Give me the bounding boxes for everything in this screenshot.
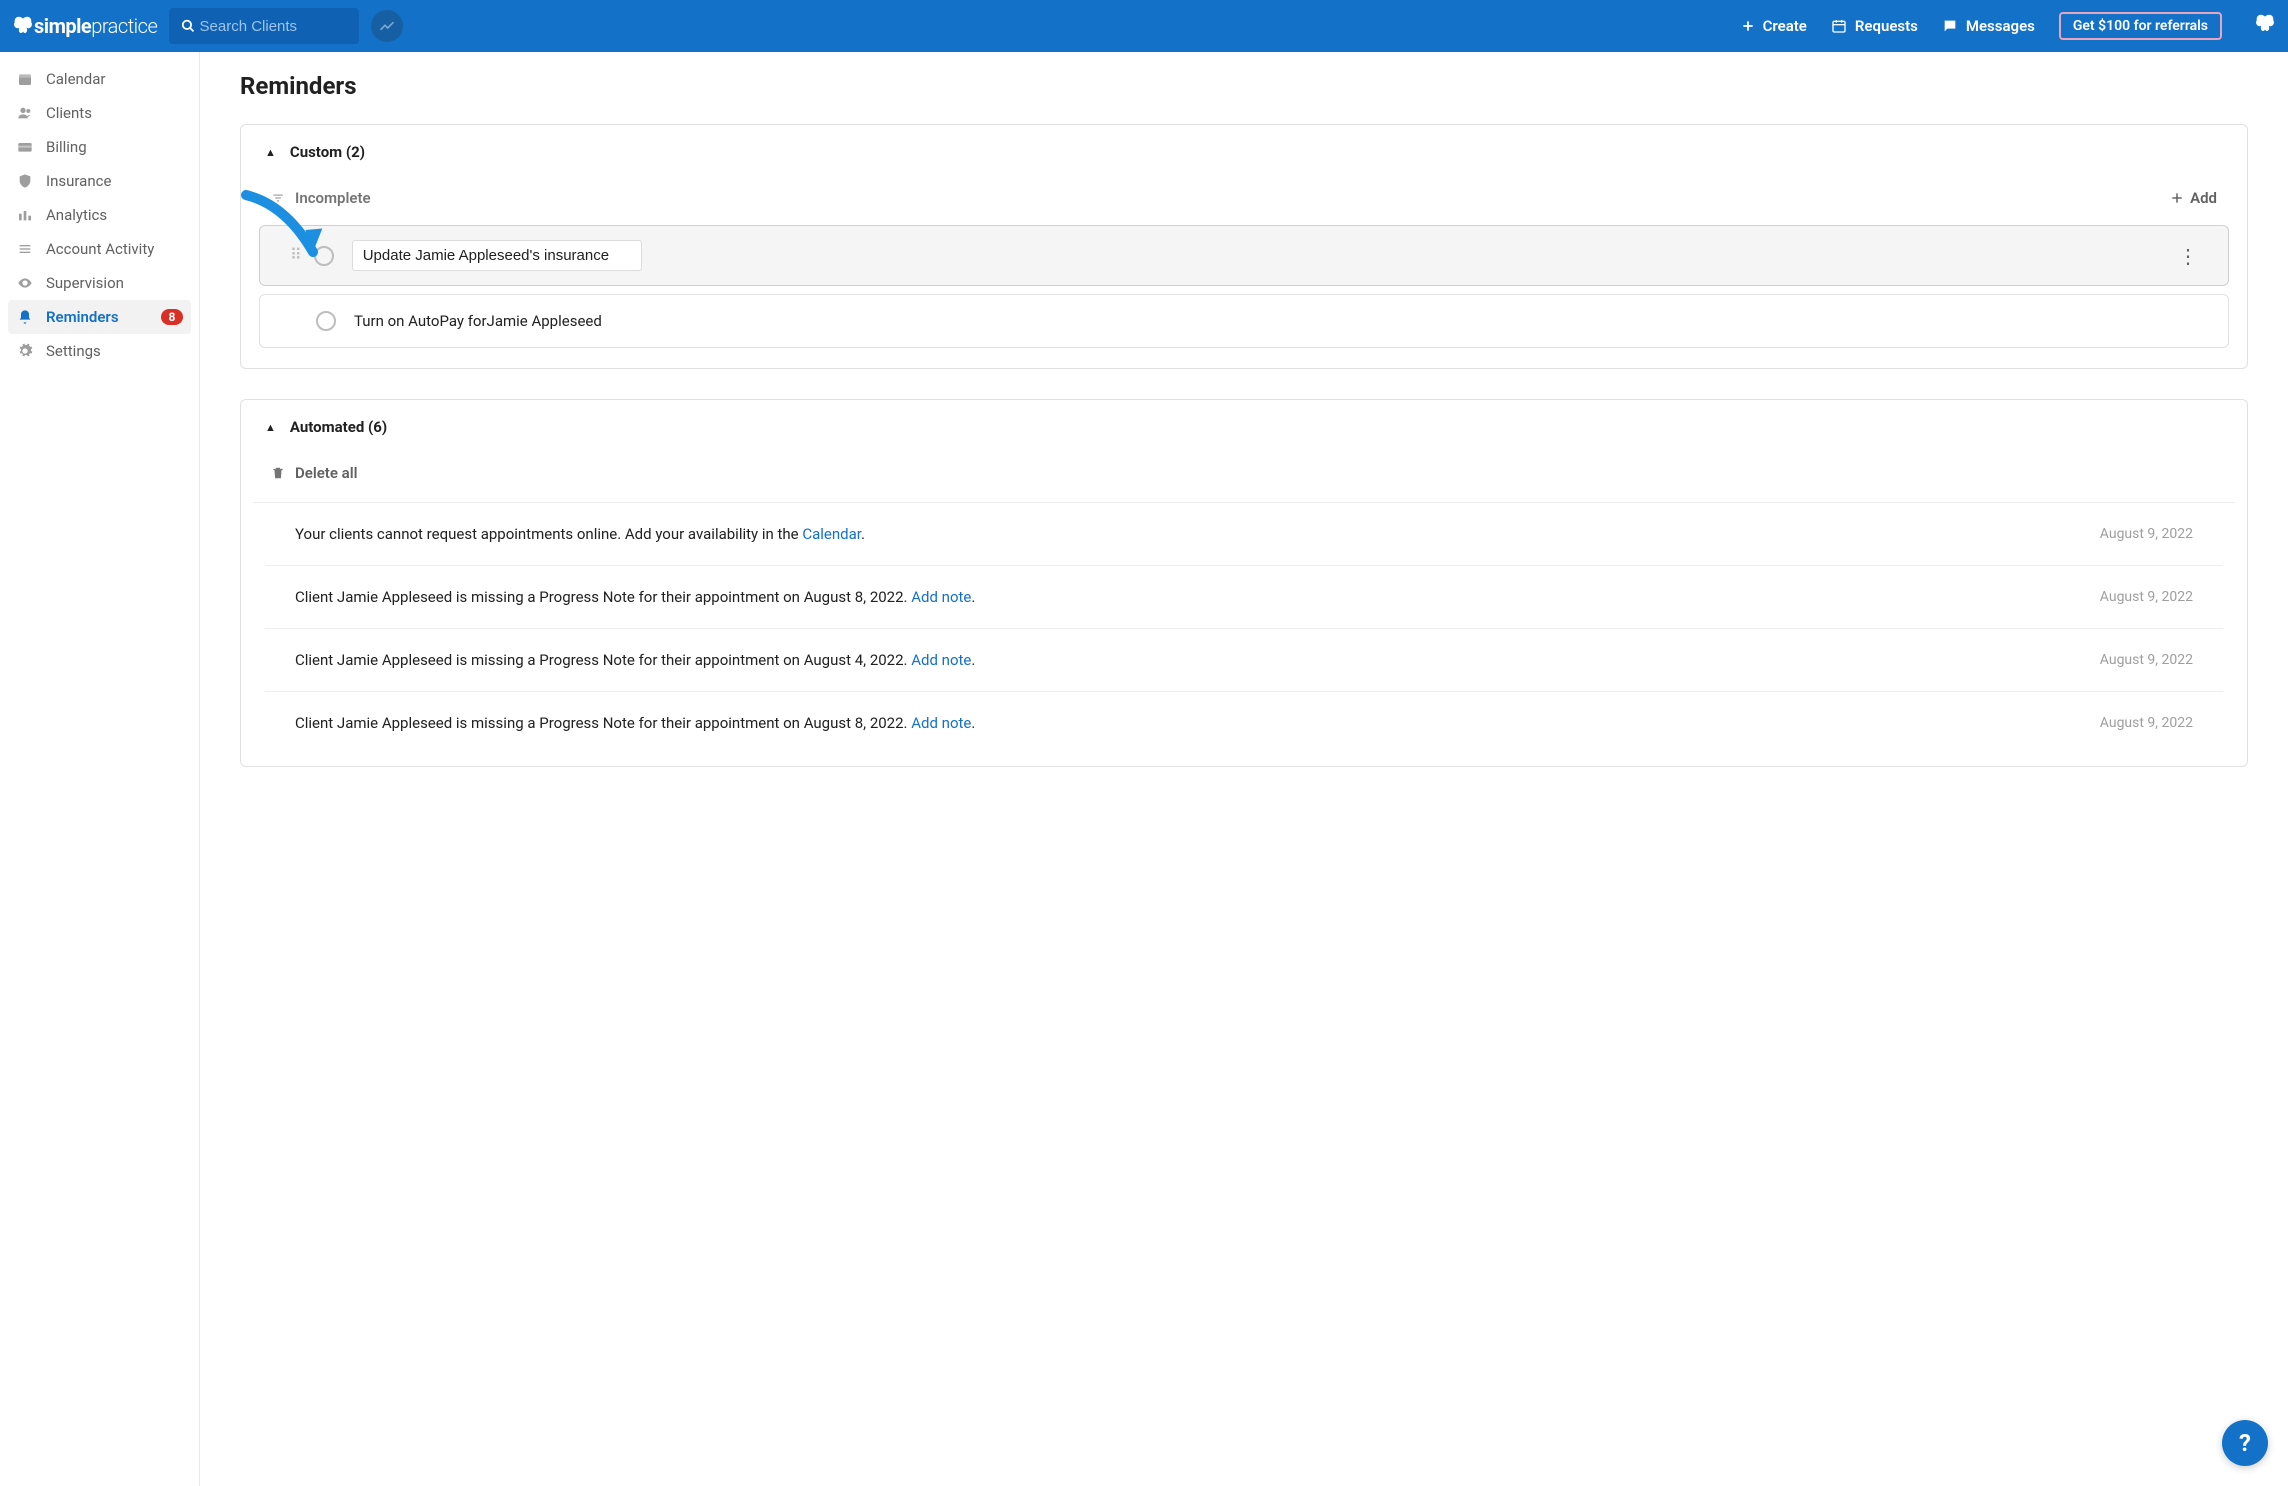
calendar-icon bbox=[1831, 18, 1847, 34]
automated-row: Client Jamie Appleseed is missing a Prog… bbox=[265, 565, 2223, 628]
main-content: Reminders ▲ Custom (2) Incomplete Add bbox=[200, 52, 2288, 1486]
analytics-button[interactable] bbox=[371, 10, 403, 42]
sidebar-item-analytics[interactable]: Analytics bbox=[8, 198, 191, 232]
plus-icon bbox=[1741, 19, 1755, 33]
add-reminder-button[interactable]: Add bbox=[2170, 189, 2217, 207]
logo-text: simplepractice bbox=[34, 14, 157, 38]
sidebar-label: Clients bbox=[46, 104, 92, 122]
custom-panel: ▲ Custom (2) Incomplete Add bbox=[240, 124, 2248, 369]
search-input[interactable] bbox=[200, 18, 348, 35]
create-label: Create bbox=[1763, 17, 1807, 35]
requests-button[interactable]: Requests bbox=[1831, 17, 1918, 35]
complete-checkbox[interactable] bbox=[316, 311, 336, 331]
sidebar: Calendar Clients Billing Insurance Analy… bbox=[0, 52, 200, 1486]
reminder-text-input[interactable] bbox=[352, 240, 642, 271]
automated-text: Your clients cannot request appointments… bbox=[295, 525, 2076, 543]
messages-label: Messages bbox=[1966, 17, 2035, 35]
question-icon: ? bbox=[2239, 1429, 2251, 1457]
add-label: Add bbox=[2190, 189, 2217, 207]
sidebar-item-account-activity[interactable]: Account Activity bbox=[8, 232, 191, 266]
messages-button[interactable]: Messages bbox=[1942, 17, 2035, 35]
calendar-icon bbox=[16, 70, 34, 88]
sidebar-label: Account Activity bbox=[46, 240, 154, 258]
drag-handle-icon[interactable]: ⠿ bbox=[290, 249, 304, 262]
sidebar-badge: 8 bbox=[161, 309, 183, 325]
complete-checkbox[interactable] bbox=[314, 246, 334, 266]
reminder-text: Turn on AutoPay forJamie Appleseed bbox=[354, 312, 602, 330]
more-menu-icon[interactable]: ⋮ bbox=[2178, 244, 2198, 268]
calendar-link[interactable]: Calendar bbox=[802, 525, 861, 543]
requests-label: Requests bbox=[1855, 17, 1918, 35]
delete-all-button[interactable]: Delete all bbox=[241, 454, 2247, 502]
sidebar-label: Supervision bbox=[46, 274, 124, 292]
sidebar-item-billing[interactable]: Billing bbox=[8, 130, 191, 164]
search-icon bbox=[181, 18, 195, 34]
sidebar-label: Billing bbox=[46, 138, 87, 156]
automated-text: Client Jamie Appleseed is missing a Prog… bbox=[295, 651, 2076, 669]
people-icon bbox=[16, 104, 34, 122]
search-box[interactable] bbox=[169, 8, 359, 44]
sidebar-item-calendar[interactable]: Calendar bbox=[8, 62, 191, 96]
add-note-link[interactable]: Add note bbox=[911, 714, 971, 732]
custom-heading: Custom (2) bbox=[290, 143, 365, 161]
gear-icon bbox=[16, 342, 34, 360]
sidebar-label: Analytics bbox=[46, 206, 107, 224]
logo[interactable]: simplepractice bbox=[12, 14, 157, 38]
page-title: Reminders bbox=[240, 72, 2248, 100]
filter-incomplete[interactable]: Incomplete bbox=[271, 189, 371, 207]
filter-icon bbox=[271, 191, 285, 205]
automated-text: Client Jamie Appleseed is missing a Prog… bbox=[295, 714, 2076, 732]
caret-up-icon: ▲ bbox=[265, 421, 276, 434]
delete-all-label: Delete all bbox=[295, 464, 358, 482]
automated-date: August 9, 2022 bbox=[2100, 652, 2193, 668]
sidebar-item-settings[interactable]: Settings bbox=[8, 334, 191, 368]
automated-heading: Automated (6) bbox=[290, 418, 387, 436]
add-note-link[interactable]: Add note bbox=[911, 588, 971, 606]
custom-panel-header[interactable]: ▲ Custom (2) bbox=[241, 125, 2247, 179]
eye-icon bbox=[16, 274, 34, 292]
automated-text: Client Jamie Appleseed is missing a Prog… bbox=[295, 588, 2076, 606]
list-icon bbox=[16, 240, 34, 258]
help-button[interactable]: ? bbox=[2222, 1420, 2268, 1466]
automated-panel: ▲ Automated (6) Delete all Your clients … bbox=[240, 399, 2248, 767]
top-header: simplepractice Create Requests Messages … bbox=[0, 0, 2288, 52]
trash-icon bbox=[271, 466, 285, 480]
sidebar-item-supervision[interactable]: Supervision bbox=[8, 266, 191, 300]
automated-row: Client Jamie Appleseed is missing a Prog… bbox=[265, 691, 2223, 754]
automated-date: August 9, 2022 bbox=[2100, 715, 2193, 731]
sidebar-label: Insurance bbox=[46, 172, 111, 190]
filter-label: Incomplete bbox=[295, 189, 371, 207]
sidebar-item-clients[interactable]: Clients bbox=[8, 96, 191, 130]
sidebar-item-reminders[interactable]: Reminders 8 bbox=[8, 300, 191, 334]
chat-icon bbox=[1942, 18, 1958, 34]
automated-row: Client Jamie Appleseed is missing a Prog… bbox=[265, 628, 2223, 691]
automated-date: August 9, 2022 bbox=[2100, 526, 2193, 542]
butterfly-icon bbox=[12, 15, 34, 37]
sidebar-item-insurance[interactable]: Insurance bbox=[8, 164, 191, 198]
automated-list: Your clients cannot request appointments… bbox=[253, 502, 2235, 754]
butterfly-menu[interactable] bbox=[2254, 13, 2276, 39]
sidebar-label: Settings bbox=[46, 342, 101, 360]
automated-panel-header[interactable]: ▲ Automated (6) bbox=[241, 400, 2247, 454]
bell-icon bbox=[16, 308, 34, 326]
sidebar-label: Reminders bbox=[46, 308, 119, 326]
butterfly-icon bbox=[2254, 13, 2276, 35]
automated-date: August 9, 2022 bbox=[2100, 589, 2193, 605]
card-icon bbox=[16, 138, 34, 156]
reminder-row-editing: ⠿ ⋮ bbox=[259, 225, 2229, 286]
shield-icon bbox=[16, 172, 34, 190]
plus-icon bbox=[2170, 191, 2184, 205]
sidebar-label: Calendar bbox=[46, 70, 106, 88]
automated-row: Your clients cannot request appointments… bbox=[265, 503, 2223, 565]
chart-icon bbox=[16, 206, 34, 224]
reminder-row[interactable]: Turn on AutoPay forJamie Appleseed bbox=[259, 294, 2229, 348]
referral-button[interactable]: Get $100 for referrals bbox=[2059, 12, 2222, 40]
add-note-link[interactable]: Add note bbox=[911, 651, 971, 669]
trend-icon bbox=[379, 18, 395, 34]
create-button[interactable]: Create bbox=[1741, 17, 1807, 35]
caret-up-icon: ▲ bbox=[265, 146, 276, 159]
